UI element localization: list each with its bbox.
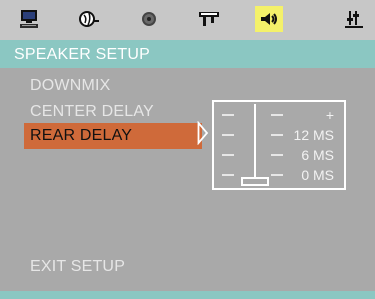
setup-icon-bar <box>0 0 375 40</box>
menu-item-center-delay[interactable]: CENTER DELAY <box>30 103 154 121</box>
dvd-setup-screen: SPEAKER SETUP DOWNMIX CENTER DELAY REAR … <box>0 0 375 299</box>
exit-setup-button[interactable]: EXIT SETUP <box>30 258 125 276</box>
page-title: SPEAKER SETUP <box>14 46 150 63</box>
slider-label-0ms: 0 MS <box>301 167 334 183</box>
slider-plus-label: + <box>325 107 334 123</box>
menu-item-rear-delay[interactable]: REAR DELAY <box>24 123 202 149</box>
submenu-arrow-icon <box>197 121 209 145</box>
language-globe-icon[interactable] <box>75 6 103 32</box>
menu-item-downmix[interactable]: DOWNMIX <box>30 77 111 95</box>
slider-label-6ms: 6 MS <box>301 147 334 163</box>
rear-delay-slider[interactable]: + 12 MS 6 MS 0 MS <box>212 100 346 190</box>
menu-title-bar: SPEAKER SETUP <box>0 40 375 68</box>
slider-label-12ms: 12 MS <box>293 127 334 143</box>
footer-bar <box>0 291 375 299</box>
speaker-icon[interactable] <box>255 6 283 32</box>
video-plug-icon[interactable] <box>195 6 223 32</box>
disc-icon[interactable] <box>135 6 163 32</box>
slider-handle[interactable] <box>241 177 269 186</box>
preference-sliders-icon[interactable] <box>340 6 368 32</box>
monitor-icon[interactable] <box>15 6 43 32</box>
